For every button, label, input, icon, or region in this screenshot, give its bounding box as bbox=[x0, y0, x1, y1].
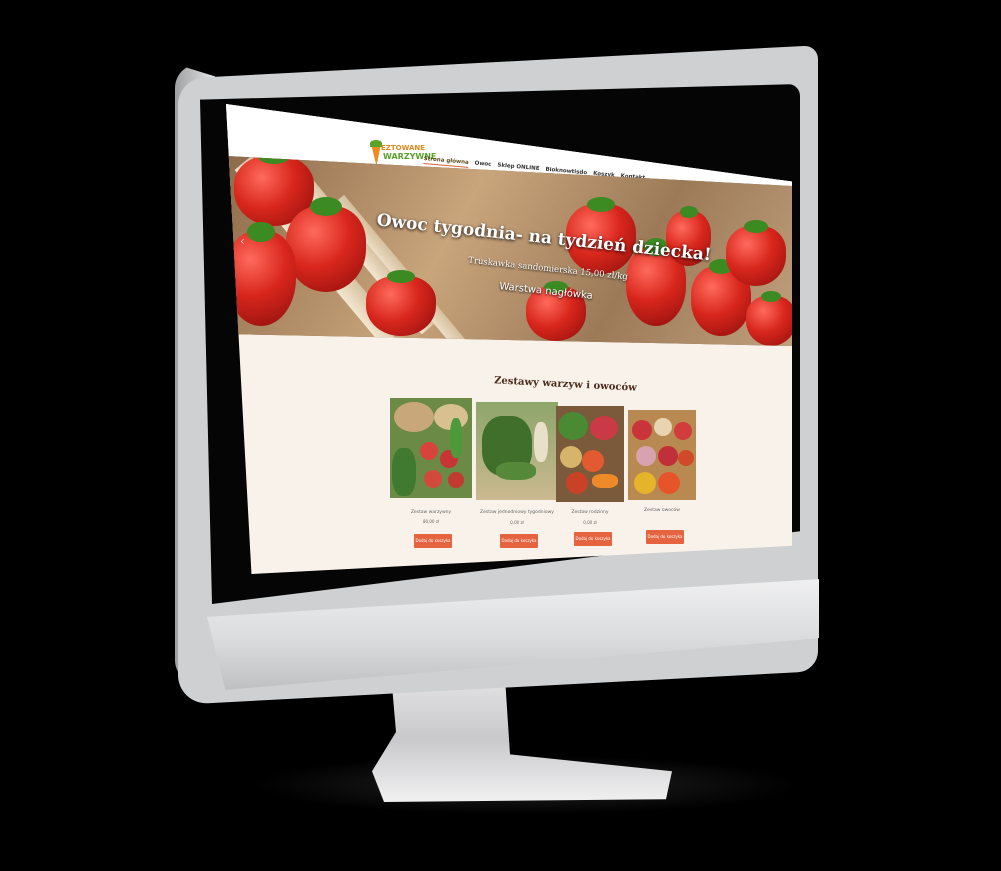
product-price: 0,00 zł bbox=[583, 520, 597, 525]
product-name[interactable]: Zestaw jednodniowy tygodniowy bbox=[476, 510, 558, 515]
vegetable-shape bbox=[592, 474, 618, 488]
product-price: 0,00 zł bbox=[510, 520, 524, 525]
apple bbox=[634, 472, 656, 494]
vegetable-shape bbox=[496, 462, 536, 480]
add-to-cart-button[interactable]: Dodaj do koszyka bbox=[414, 534, 452, 548]
add-to-cart-button[interactable]: Dodaj do koszyka bbox=[574, 532, 612, 546]
product-name[interactable]: Zestaw owoców bbox=[621, 508, 703, 513]
strawberry bbox=[366, 270, 436, 336]
product-name[interactable]: Zestaw warzywny bbox=[390, 510, 472, 515]
vegetable-shape bbox=[420, 442, 438, 460]
monitor-mockup: EZTOWANE WARZYWNE Strona główna Owoc Skl… bbox=[0, 0, 1001, 871]
product-image[interactable] bbox=[556, 406, 624, 502]
product-image[interactable] bbox=[476, 402, 558, 500]
carrot-icon bbox=[371, 144, 381, 166]
vegetable-shape bbox=[560, 446, 582, 468]
hero-banner: ‹ Owoc tygodnia- na tydzień dziecka! Tru… bbox=[226, 156, 792, 346]
product-price: 80,00 zł bbox=[423, 519, 439, 524]
vegetable-shape bbox=[590, 416, 618, 440]
apple bbox=[674, 422, 692, 440]
vegetable-shape bbox=[582, 450, 604, 472]
vegetable-shape bbox=[448, 472, 464, 488]
website-screen: EZTOWANE WARZYWNE Strona główna Owoc Skl… bbox=[226, 104, 792, 574]
vegetable-shape bbox=[450, 418, 462, 458]
apple bbox=[658, 446, 678, 466]
vegetable-shape bbox=[566, 472, 588, 494]
vegetable-shape bbox=[558, 412, 588, 440]
product-name[interactable]: Zestaw rodzinny bbox=[549, 510, 631, 515]
apple bbox=[654, 418, 672, 436]
apple bbox=[636, 446, 656, 466]
nav-item-fruit[interactable]: Owoc bbox=[474, 160, 491, 169]
slider-prev-arrow[interactable]: ‹ bbox=[240, 234, 245, 248]
vegetable-shape bbox=[424, 470, 442, 488]
vegetable-shape bbox=[392, 448, 416, 496]
vegetable-shape bbox=[534, 422, 548, 462]
add-to-cart-button[interactable]: Dodaj do koszyka bbox=[500, 534, 538, 548]
section-title: Zestawy warzyw i owoców bbox=[493, 375, 638, 394]
product-image[interactable] bbox=[390, 398, 472, 498]
apple bbox=[658, 472, 680, 494]
nav-item-home[interactable]: Strona główna bbox=[423, 156, 469, 168]
strawberry bbox=[726, 220, 786, 286]
apple bbox=[632, 420, 652, 440]
apple bbox=[678, 450, 694, 466]
strawberry bbox=[286, 197, 366, 292]
product-image[interactable] bbox=[628, 410, 696, 500]
logo-text-line1: EZTOWANE bbox=[381, 144, 426, 152]
strawberry bbox=[746, 291, 792, 346]
add-to-cart-button[interactable]: Dodaj do koszyka bbox=[646, 530, 684, 544]
vegetable-shape bbox=[394, 402, 434, 432]
